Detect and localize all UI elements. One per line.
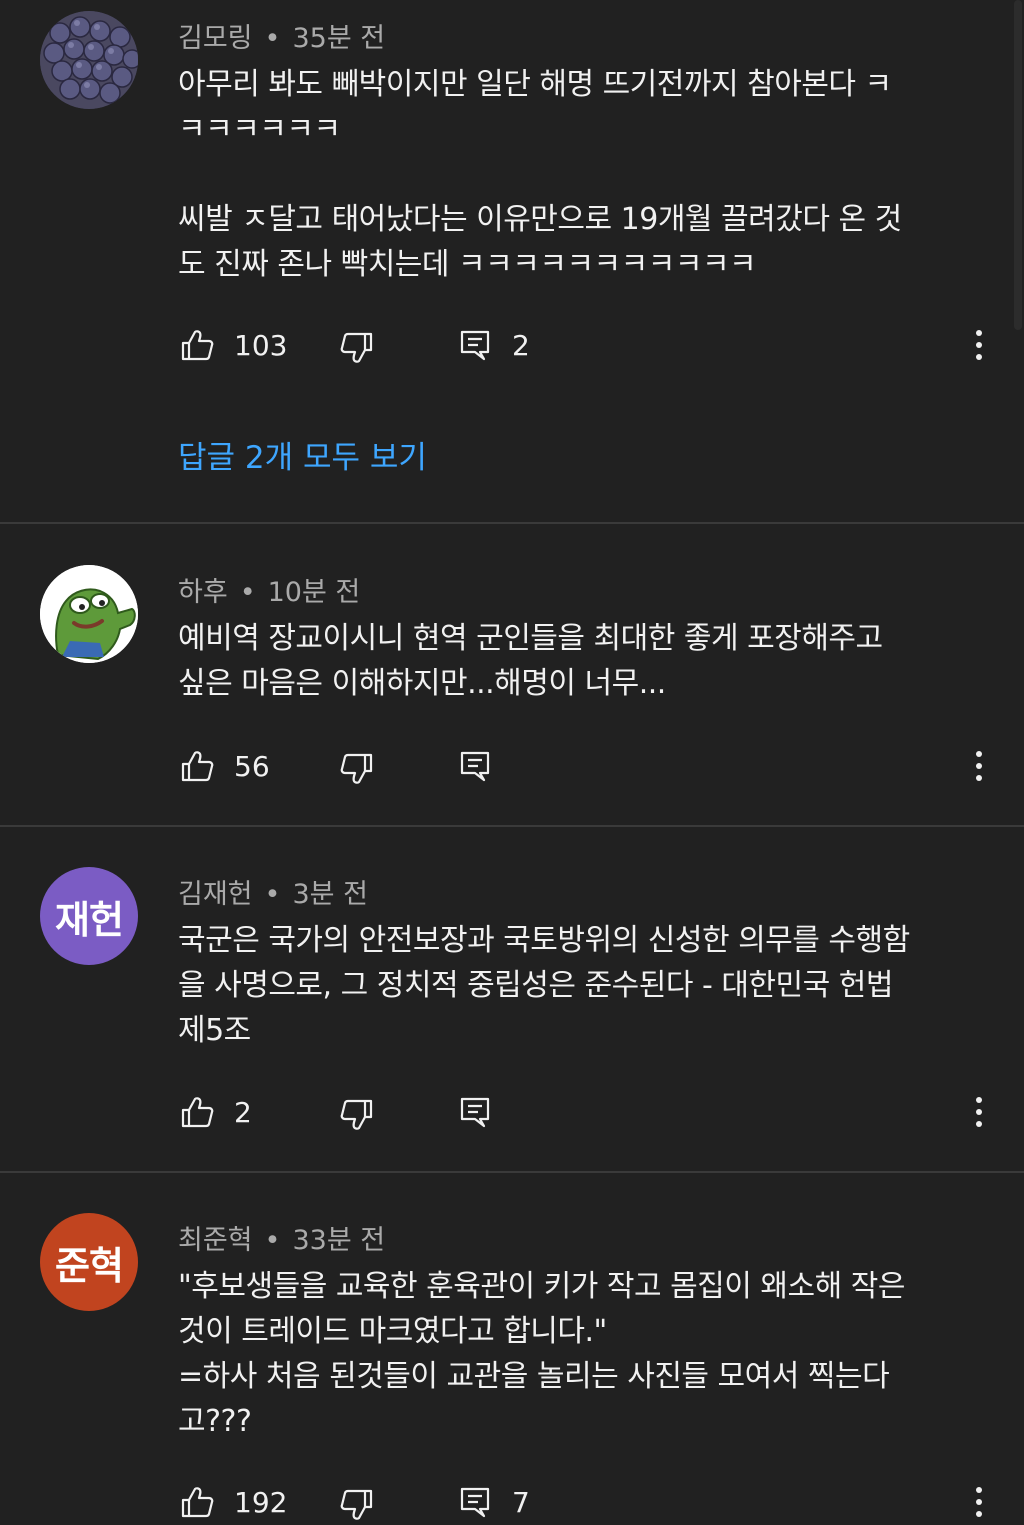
thumbs-up-icon: [180, 1095, 214, 1129]
comment-actions: 56: [0, 746, 1024, 786]
reply-button[interactable]: 7: [458, 1482, 530, 1522]
more-vert-icon: [974, 1485, 984, 1519]
comment-actions: 103 2: [0, 325, 1024, 365]
comment-actions: 192 7: [0, 1482, 1024, 1522]
dislike-button[interactable]: [340, 328, 374, 368]
thumbs-up-icon: [180, 749, 214, 783]
more-options-button[interactable]: [966, 1092, 992, 1132]
comment-meta: 김재헌 • 3분 전: [178, 872, 368, 911]
comment-time[interactable]: 3분 전: [292, 879, 367, 910]
reply-icon: [458, 749, 492, 783]
like-count: 56: [234, 749, 270, 783]
more-options-button[interactable]: [966, 1482, 992, 1522]
avatar-initials: 준혁: [55, 1243, 124, 1288]
reply-count: 2: [512, 328, 530, 362]
avatar[interactable]: [40, 565, 138, 663]
thumbs-up-icon: [180, 1485, 214, 1519]
comment-time[interactable]: 35분 전: [292, 23, 385, 54]
reply-count: 7: [512, 1485, 530, 1519]
reply-icon: [458, 1095, 492, 1129]
more-vert-icon: [974, 328, 984, 362]
like-count: 103: [234, 328, 288, 362]
author-name[interactable]: 김모링: [178, 23, 253, 54]
reply-button[interactable]: [458, 746, 492, 786]
separator-dot: •: [264, 1225, 281, 1256]
comment-text: 예비역 장교이시니 현역 군인들을 최대한 좋게 포장해주고 싶은 마음은 이해…: [178, 621, 883, 701]
comment-time[interactable]: 33분 전: [292, 1225, 385, 1256]
avatar[interactable]: 재헌: [40, 867, 138, 965]
author-name[interactable]: 김재헌: [178, 879, 253, 910]
divider: [0, 522, 1024, 524]
like-button[interactable]: 2: [180, 1092, 252, 1132]
comment-meta: 하후 • 10분 전: [178, 570, 360, 609]
like-count: 192: [234, 1485, 288, 1519]
avatar[interactable]: [40, 11, 138, 109]
reply-button[interactable]: 2: [458, 325, 530, 365]
comment-time[interactable]: 10분 전: [268, 577, 361, 608]
reply-icon: [458, 328, 492, 362]
separator-dot: •: [239, 577, 256, 608]
thumbs-down-icon: [340, 1098, 374, 1132]
divider: [0, 825, 1024, 827]
thumbs-down-icon: [340, 331, 374, 365]
comment-meta: 최준혁 • 33분 전: [178, 1218, 385, 1257]
more-vert-icon: [974, 1095, 984, 1129]
view-replies-link[interactable]: 답글 2개 모두 보기: [178, 432, 427, 477]
more-options-button[interactable]: [966, 325, 992, 365]
comment-actions: 2: [0, 1092, 1024, 1132]
divider: [0, 1171, 1024, 1173]
author-name[interactable]: 최준혁: [178, 1225, 253, 1256]
reply-button[interactable]: [458, 1092, 492, 1132]
separator-dot: •: [264, 879, 281, 910]
like-button[interactable]: 192: [180, 1482, 287, 1522]
separator-dot: •: [264, 23, 281, 54]
pepe-frog-image: [40, 565, 138, 663]
dislike-button[interactable]: [340, 749, 374, 789]
comment-meta: 김모링 • 35분 전: [178, 16, 385, 55]
grapes-photo: [40, 11, 138, 109]
comment-text: 국군은 국가의 안전보장과 국토방위의 신성한 의무를 수행함 을 사명으로, …: [178, 923, 910, 1048]
more-options-button[interactable]: [966, 746, 992, 786]
comment-text: "후보생들을 교육한 훈육관이 키가 작고 몸집이 왜소해 작은 것이 트레이드…: [178, 1269, 905, 1439]
avatar[interactable]: 준혁: [40, 1213, 138, 1311]
reply-icon: [458, 1485, 492, 1519]
thumbs-down-icon: [340, 752, 374, 786]
like-button[interactable]: 56: [180, 746, 270, 786]
avatar-initials: 재헌: [55, 897, 124, 942]
scrollbar[interactable]: [1014, 0, 1022, 330]
more-vert-icon: [974, 749, 984, 783]
like-count: 2: [234, 1095, 252, 1129]
author-name[interactable]: 하후: [178, 577, 228, 608]
like-button[interactable]: 103: [180, 325, 287, 365]
dislike-button[interactable]: [340, 1095, 374, 1135]
dislike-button[interactable]: [340, 1485, 374, 1525]
thumbs-up-icon: [180, 328, 214, 362]
comment-text: 아무리 봐도 빼박이지만 일단 해명 뜨기전까지 참아본다 ㅋ ㅋㅋㅋㅋㅋㅋ 씨…: [178, 67, 902, 282]
